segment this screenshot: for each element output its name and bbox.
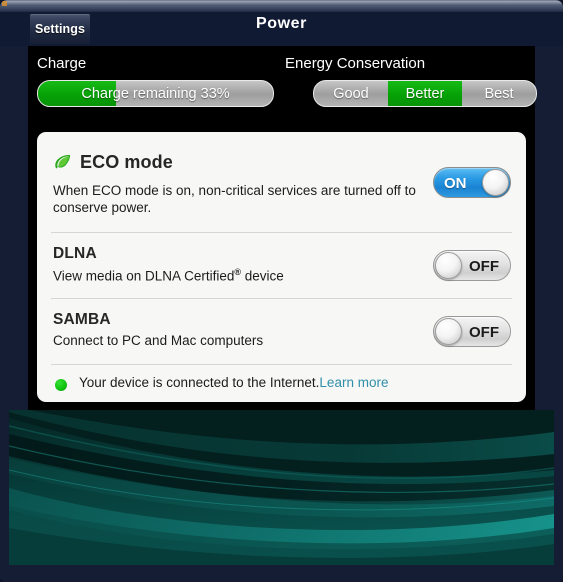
samba-toggle-label: OFF <box>469 324 499 341</box>
eco-mode-description: When ECO mode is on, non-critical servic… <box>53 183 416 215</box>
dlna-row: DLNA View media on DLNA Certified® devic… <box>37 233 526 299</box>
energy-option-best[interactable]: Best <box>462 81 536 106</box>
dlna-title: DLNA <box>53 245 97 262</box>
charge-progress-label: Charge remaining 33% <box>81 85 230 102</box>
eco-mode-title: ECO mode <box>80 152 173 172</box>
dlna-description-before: View media on DLNA Certified <box>53 268 235 284</box>
eco-mode-toggle-label: ON <box>444 175 467 192</box>
wallpaper-waves <box>9 410 554 565</box>
samba-toggle[interactable]: OFF <box>433 316 511 347</box>
internet-status-message: Your device is connected to the Internet… <box>79 375 320 390</box>
samba-toggle-knob <box>435 318 462 345</box>
eco-mode-heading: ECO mode <box>53 152 173 173</box>
eco-mode-toggle[interactable]: ON <box>433 167 511 198</box>
desktop-wallpaper <box>9 410 554 565</box>
titlebar-gloss <box>1 1 562 5</box>
dlna-registered-icon: ® <box>234 267 241 277</box>
samba-description: Connect to PC and Mac computers <box>53 333 264 348</box>
internet-status-row: Your device is connected to the Internet… <box>37 365 526 402</box>
energy-option-better[interactable]: Better <box>388 81 462 106</box>
energy-option-good[interactable]: Good <box>314 81 388 106</box>
dlna-toggle[interactable]: OFF <box>433 250 511 281</box>
status-strip: Charge Charge remaining 33% Energy Conse… <box>28 46 537 118</box>
leaf-icon <box>55 155 71 169</box>
window-bottom-border <box>0 565 563 582</box>
page-header: Settings Power <box>0 12 563 46</box>
eco-mode-toggle-knob <box>482 169 509 196</box>
status-dot-green-icon <box>55 379 67 391</box>
settings-card: ECO mode When ECO mode is on, non-critic… <box>37 132 526 402</box>
samba-row: SAMBA Connect to PC and Mac computers OF… <box>37 299 526 365</box>
eco-mode-row: ECO mode When ECO mode is on, non-critic… <box>37 132 526 233</box>
application-window: Settings Power Charge Charge remaining 3… <box>0 0 563 582</box>
learn-more-link[interactable]: Learn more <box>319 375 388 390</box>
dlna-description-after: device <box>240 268 284 284</box>
energy-conservation-label: Energy Conservation <box>285 55 426 72</box>
page-title: Power <box>255 15 307 32</box>
charge-progress-bar: Charge remaining 33% <box>37 80 274 107</box>
internet-status-text: Your device is connected to the Internet… <box>79 375 388 390</box>
samba-title: SAMBA <box>53 311 111 328</box>
dlna-toggle-knob <box>435 252 462 279</box>
charge-label: Charge <box>37 55 87 72</box>
energy-conservation-segmented-control[interactable]: Good Better Best <box>313 80 537 107</box>
dlna-toggle-label: OFF <box>469 258 499 275</box>
window-corner-marker <box>2 1 7 6</box>
dlna-description: View media on DLNA Certified® device <box>53 267 284 284</box>
content-panel: Charge Charge remaining 33% Energy Conse… <box>28 46 537 410</box>
